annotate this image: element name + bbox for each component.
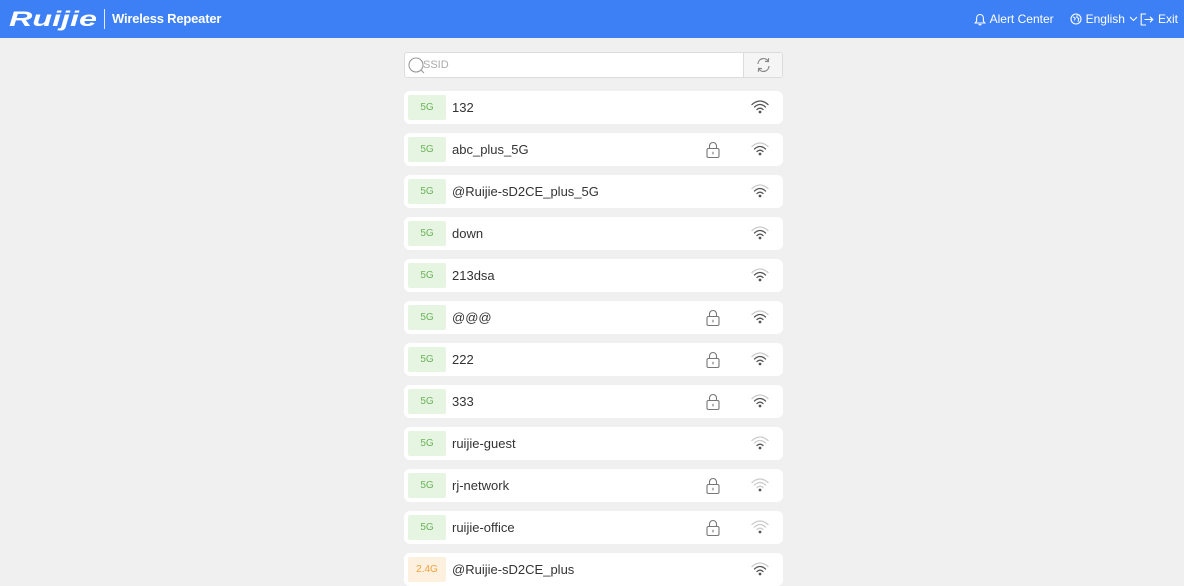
network-row[interactable]: 5G ruijie-office xyxy=(404,511,783,544)
alert-center-link[interactable]: Alert Center xyxy=(973,12,1054,26)
language-selector[interactable]: English xyxy=(1070,12,1138,26)
network-row[interactable]: 5G 222 xyxy=(404,343,783,376)
ssid-label: 213dsa xyxy=(452,268,495,283)
wifi-signal-icon xyxy=(751,394,769,408)
band-badge: 5G xyxy=(408,473,446,498)
band-badge: 5G xyxy=(408,347,446,372)
wifi-signal-icon xyxy=(751,310,769,324)
band-badge: 5G xyxy=(408,179,446,204)
logo-divider xyxy=(104,9,105,29)
network-row[interactable]: 5G abc_plus_5G xyxy=(404,133,783,166)
refresh-button[interactable] xyxy=(743,53,782,77)
ssid-label: ruijie-office xyxy=(452,520,515,535)
network-row[interactable]: 5G ruijie-guest xyxy=(404,427,783,460)
ssid-label: abc_plus_5G xyxy=(452,142,529,157)
lock-icon xyxy=(706,477,720,495)
ssid-label: ruijie-guest xyxy=(452,436,516,451)
ssid-label: 222 xyxy=(452,352,474,367)
band-badge: 5G xyxy=(408,305,446,330)
wifi-signal-icon xyxy=(751,100,769,114)
ssid-label: 333 xyxy=(452,394,474,409)
wifi-signal-icon xyxy=(751,436,769,450)
wifi-signal-icon xyxy=(751,142,769,156)
band-badge: 5G xyxy=(408,389,446,414)
network-row[interactable]: 5G @Ruijie-sD2CE_plus_5G xyxy=(404,175,783,208)
band-badge: 2.4G xyxy=(408,557,446,582)
globe-icon xyxy=(1070,13,1082,25)
top-navigation-bar: Ruijie Wireless Repeater Alert Center En… xyxy=(0,0,1184,38)
wifi-signal-icon xyxy=(751,520,769,534)
band-badge: 5G xyxy=(408,515,446,540)
network-row[interactable]: 5G 213dsa xyxy=(404,259,783,292)
wifi-signal-icon xyxy=(751,268,769,282)
band-badge: 5G xyxy=(408,95,446,120)
network-row[interactable]: 2.4G @Ruijie-sD2CE_plus xyxy=(404,553,783,586)
lock-icon xyxy=(706,309,720,327)
wifi-signal-icon xyxy=(751,478,769,492)
lock-icon xyxy=(706,141,720,159)
wifi-signal-icon xyxy=(751,352,769,366)
alert-center-label: Alert Center xyxy=(989,12,1054,26)
lock-icon xyxy=(706,351,720,369)
band-badge: 5G xyxy=(408,263,446,288)
wifi-signal-icon xyxy=(751,184,769,198)
network-row[interactable]: 5G 333 xyxy=(404,385,783,418)
network-row[interactable]: 5G rj-network xyxy=(404,469,783,502)
ruijie-logo[interactable]: Ruijie xyxy=(8,7,100,31)
ssid-search-bar xyxy=(404,52,783,78)
network-row[interactable]: 5G down xyxy=(404,217,783,250)
exit-icon xyxy=(1140,12,1154,26)
band-badge: 5G xyxy=(408,431,446,456)
ssid-label: @Ruijie-sD2CE_plus_5G xyxy=(452,184,599,199)
wifi-signal-icon xyxy=(751,226,769,240)
svg-text:Ruijie: Ruijie xyxy=(9,8,97,31)
refresh-icon xyxy=(756,57,770,73)
exit-label: Exit xyxy=(1157,12,1178,26)
ssid-label: rj-network xyxy=(452,478,510,493)
ssid-search-input[interactable] xyxy=(423,55,741,75)
ssid-label: 132 xyxy=(452,100,474,115)
lock-icon xyxy=(706,519,720,537)
ssid-label: @@@ xyxy=(452,310,492,325)
exit-button[interactable]: Exit xyxy=(1140,12,1178,26)
wifi-network-list: 5G 132 5G abc_plus_5G 5G @Ruijie-sD2CE_plus_5… xyxy=(404,91,783,586)
network-row[interactable]: 5G 132 xyxy=(404,91,783,124)
ssid-label: @Ruijie-sD2CE_plus xyxy=(452,562,575,577)
bell-icon xyxy=(973,13,986,25)
band-badge: 5G xyxy=(408,137,446,162)
language-label: English xyxy=(1085,12,1125,26)
network-row[interactable]: 5G @@@ xyxy=(404,301,783,334)
band-badge: 5G xyxy=(408,221,446,246)
header-menu: Alert Center English Exit xyxy=(973,11,1178,27)
lock-icon xyxy=(706,393,720,411)
ssid-label: down xyxy=(452,226,484,241)
app-title: Wireless Repeater xyxy=(112,11,222,26)
chevron-down-icon xyxy=(1129,16,1138,22)
wifi-signal-icon xyxy=(751,562,769,576)
